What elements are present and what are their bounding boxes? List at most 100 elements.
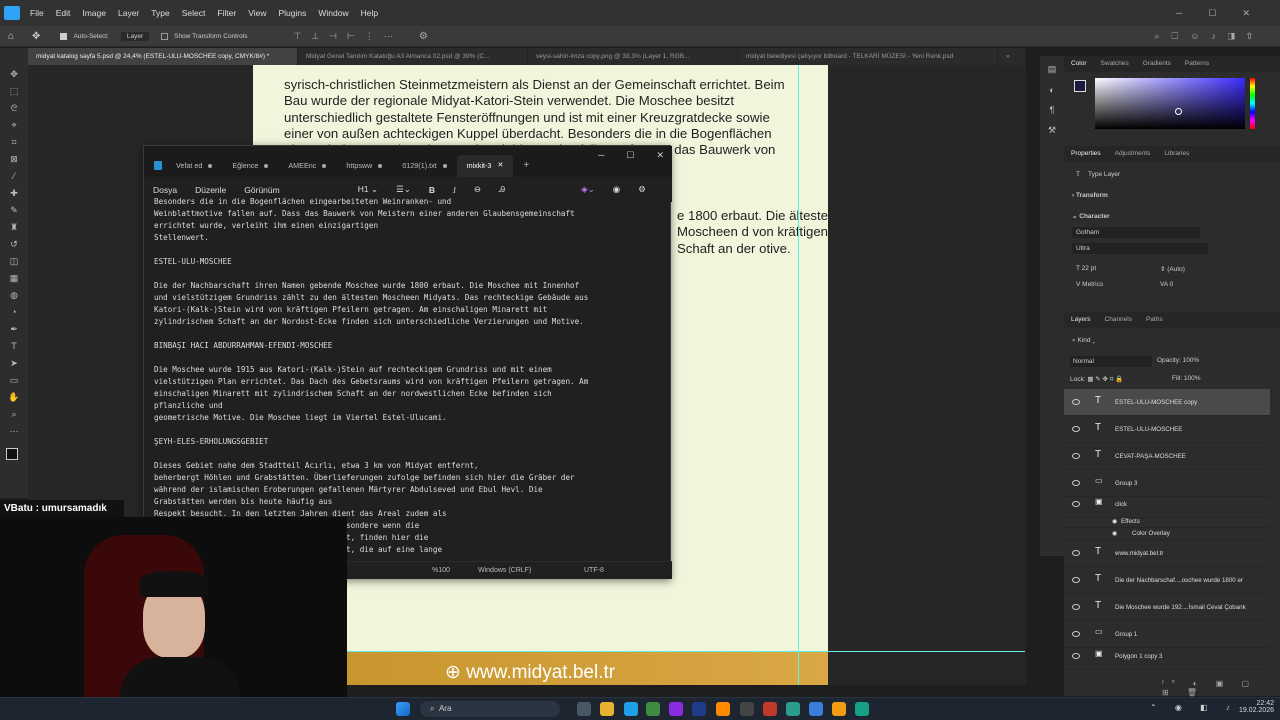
menu-plugins[interactable]: Plugins bbox=[272, 8, 312, 18]
hand-icon[interactable]: ✋ bbox=[7, 391, 21, 404]
eraser-icon[interactable]: ◫ bbox=[7, 255, 21, 268]
menu-duzenle[interactable]: Düzenle bbox=[186, 185, 235, 195]
start-icon[interactable] bbox=[396, 702, 410, 716]
marquee-icon[interactable]: ⬚ bbox=[7, 85, 21, 98]
select-icon[interactable]: ⌖ bbox=[7, 119, 21, 132]
top-right-icons[interactable]: ⌕☐☺♪◨⇧ bbox=[1155, 31, 1280, 42]
shape-icon[interactable]: ▭ bbox=[7, 374, 21, 387]
notepad-tab-2[interactable]: Eğlence bbox=[222, 155, 278, 177]
tab-layers[interactable]: Layers bbox=[1064, 312, 1098, 328]
maximize-icon[interactable]: ☐ bbox=[1208, 8, 1216, 19]
layer-row[interactable]: T Die Moschee wurde 192....İsmail Cevat Ç… bbox=[1064, 594, 1270, 621]
taskbar-search[interactable]: ⌕ Ara bbox=[420, 701, 560, 717]
close-icon[interactable]: ✕ bbox=[1242, 8, 1250, 19]
minimize-icon[interactable]: ─ bbox=[1176, 8, 1182, 19]
tab-channels[interactable]: Channels bbox=[1098, 312, 1139, 328]
layer-row[interactable]: T ESTEL-ULU-MOSCHEE bbox=[1064, 416, 1270, 443]
paragraph-icon[interactable]: ¶ bbox=[1050, 105, 1055, 115]
pen-icon[interactable]: ✒ bbox=[7, 323, 21, 336]
transform-section[interactable]: › Transform bbox=[1064, 192, 1280, 199]
type-icon[interactable]: T bbox=[7, 340, 21, 353]
notepad-tab-1[interactable]: Vefat ed bbox=[166, 155, 222, 177]
eye-icon[interactable] bbox=[1072, 399, 1080, 405]
hue-slider[interactable] bbox=[1250, 78, 1255, 129]
tab-gradients[interactable]: Gradients bbox=[1136, 56, 1178, 72]
eye-icon[interactable] bbox=[1072, 653, 1080, 659]
tracking-field[interactable]: VA 0 bbox=[1156, 279, 1216, 290]
lock-icons[interactable]: ▦ ✎ ✥ ⌗ 🔒 bbox=[1087, 376, 1123, 383]
gear-icon[interactable]: ⚙ bbox=[419, 31, 428, 42]
layer-row[interactable]: ▣ Polygon 1 copy 3 bbox=[1064, 643, 1270, 670]
notepad-tab-5[interactable]: 0129(1).txt bbox=[392, 155, 456, 177]
layer-actions[interactable]: ᶠ˟ ◐ ▣ ▢ ⊞ 🗑 bbox=[1162, 679, 1280, 697]
illustrator-icon[interactable] bbox=[716, 702, 730, 716]
eye-icon[interactable] bbox=[1072, 550, 1080, 556]
healing-icon[interactable]: ✚ bbox=[7, 187, 21, 200]
notepad-tab-3[interactable]: AMEEnc bbox=[278, 155, 336, 177]
frame-icon[interactable]: ⊠ bbox=[7, 153, 21, 166]
tab-swatches[interactable]: Swatches bbox=[1094, 56, 1136, 72]
opacity-field[interactable]: Opacity: 100% bbox=[1157, 357, 1237, 364]
task-view-icon[interactable] bbox=[577, 702, 591, 716]
layer-row[interactable]: T CEVAT-PAŞA-MOSCHEE bbox=[1064, 443, 1270, 470]
app-icon-2[interactable] bbox=[740, 702, 754, 716]
color-swatches[interactable] bbox=[4, 446, 24, 466]
doc-tab-1[interactable]: midyat katalog sayfa 5.psd @ 24,4% (ESTE… bbox=[28, 48, 298, 65]
notepad-tab-6[interactable]: mixkit-3 ✕ bbox=[456, 155, 514, 177]
foreground-color-swatch[interactable] bbox=[1074, 80, 1086, 92]
layer-row[interactable]: Twww.midyat.bel.tr bbox=[1064, 540, 1270, 567]
brush-icon[interactable]: ✎ bbox=[7, 204, 21, 217]
bold-icon[interactable]: B bbox=[420, 185, 444, 195]
crop-icon[interactable]: ⌗ bbox=[7, 136, 21, 149]
file-explorer-icon[interactable] bbox=[600, 702, 614, 716]
font-family-select[interactable]: Gotham bbox=[1072, 227, 1200, 238]
app-icon-3[interactable] bbox=[763, 702, 777, 716]
guide-horizontal[interactable] bbox=[347, 651, 1025, 652]
close-tab-icon[interactable]: ✕ bbox=[497, 155, 503, 177]
fill-field[interactable]: Fill: 100% bbox=[1172, 375, 1242, 382]
eye-icon[interactable] bbox=[1072, 501, 1080, 507]
character-section[interactable]: ⌄ Character bbox=[1064, 212, 1280, 220]
doc-tab-3[interactable]: veysi-sahin-imza copy.png @ 33,3% (Layer… bbox=[528, 48, 738, 65]
notepad-window[interactable]: Vefat ed Eğlence AMEEnc httpsww 0129(1).… bbox=[143, 145, 672, 579]
eyedropper-icon[interactable]: ⁄ bbox=[7, 170, 21, 183]
menu-image[interactable]: Image bbox=[76, 8, 112, 18]
auto-select-dropdown[interactable]: Layer bbox=[120, 31, 150, 41]
clear-format-icon[interactable]: Ꭿ bbox=[490, 184, 514, 195]
font-size-field[interactable]: T 22 pt bbox=[1072, 263, 1132, 274]
adjust-icon[interactable]: ◐ bbox=[1049, 85, 1054, 95]
settings-icon[interactable]: ⚙ bbox=[629, 184, 655, 195]
menu-file[interactable]: File bbox=[24, 8, 50, 18]
account-icon[interactable]: ◉ bbox=[604, 184, 629, 195]
tab-color[interactable]: Color bbox=[1064, 56, 1094, 72]
layer-row[interactable]: ▣ click bbox=[1064, 491, 1270, 518]
menu-help[interactable]: Help bbox=[355, 8, 384, 18]
tab-libraries[interactable]: Libraries bbox=[1157, 146, 1196, 162]
tab-paths[interactable]: Paths bbox=[1139, 312, 1170, 328]
photoshop-taskbar-icon[interactable] bbox=[692, 702, 706, 716]
font-style-select[interactable]: Ultra bbox=[1072, 243, 1208, 254]
notepad-text-area[interactable]: Besonders die in die Bogenflächen eingea… bbox=[154, 196, 669, 561]
color-picker-field[interactable] bbox=[1095, 78, 1245, 129]
menu-type[interactable]: Type bbox=[145, 8, 175, 18]
notepad-taskbar-icon[interactable] bbox=[786, 702, 800, 716]
app-icon-5[interactable] bbox=[832, 702, 846, 716]
blur-icon[interactable]: ◍ bbox=[7, 289, 21, 302]
eye-icon[interactable] bbox=[1072, 604, 1080, 610]
menu-view[interactable]: View bbox=[242, 8, 272, 18]
gradient-icon[interactable]: ▦ bbox=[7, 272, 21, 285]
more-tools-icon[interactable]: ⋯ bbox=[7, 425, 21, 438]
lasso-icon[interactable]: ᘓ bbox=[7, 102, 21, 115]
eye-icon[interactable] bbox=[1072, 426, 1080, 432]
layer-row[interactable]: T Die der Nachbarschaf....oschee wurde 18… bbox=[1064, 567, 1270, 594]
layer-row[interactable]: ◉ Color Overlay bbox=[1064, 528, 1270, 540]
notepad-minimize-icon[interactable]: ─ bbox=[598, 150, 604, 161]
layer-row[interactable]: ◉ Effects bbox=[1064, 516, 1270, 528]
leading-field[interactable]: ⇕ (Auto) bbox=[1156, 263, 1216, 275]
link-icon[interactable]: ⊖ bbox=[465, 184, 490, 195]
notepad-tab-4[interactable]: httpsww bbox=[336, 155, 392, 177]
app-icon-6[interactable] bbox=[855, 702, 869, 716]
kerning-field[interactable]: V Metrics bbox=[1072, 279, 1132, 290]
heading-dropdown[interactable]: H1 ⌄ bbox=[349, 184, 387, 195]
auto-select-checkbox[interactable] bbox=[60, 32, 68, 40]
